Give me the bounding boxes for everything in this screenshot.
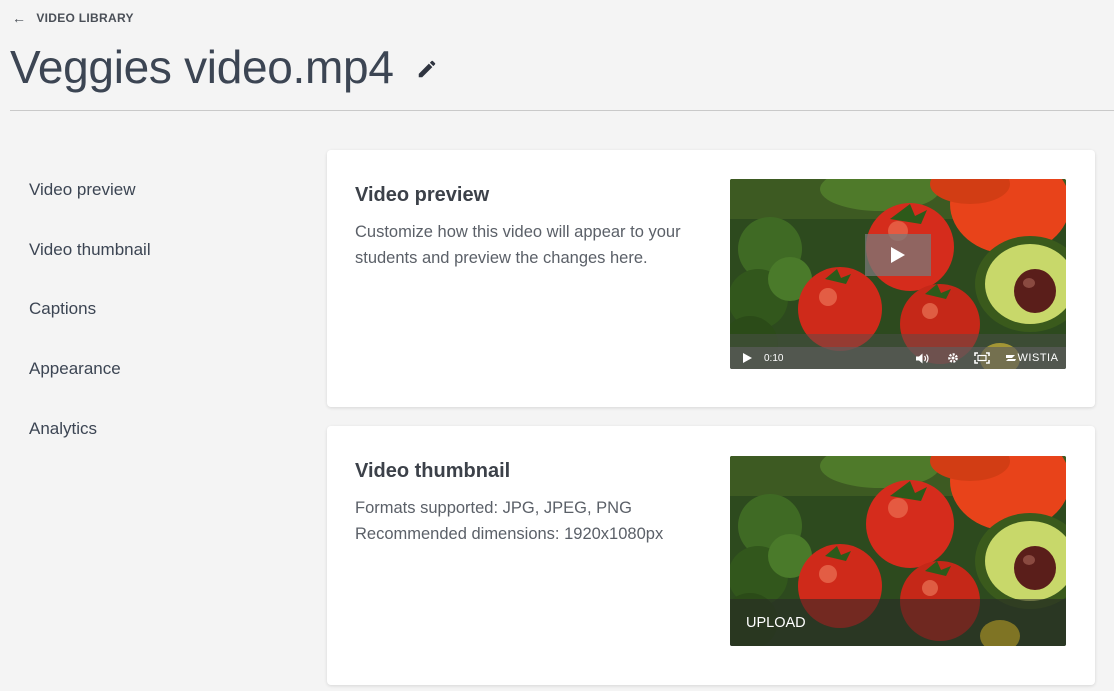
progress-track[interactable] [730,334,1066,347]
sidebar-item-video-thumbnail[interactable]: Video thumbnail [29,220,151,280]
upload-button-label: UPLOAD [746,614,806,631]
supported-formats-text: Formats supported: JPG, JPEG, PNG [355,499,632,517]
sidebar-item-label: Captions [29,299,97,319]
sidebar-item-label: Video preview [29,179,136,199]
page-title: Veggies video.mp4 [10,41,394,93]
sidebar-item-appearance[interactable]: Appearance [29,339,151,399]
time-display: 0:10 [764,352,784,364]
recommended-dimensions-text: Recommended dimensions: 1920x1080px [355,525,664,543]
back-link-label: VIDEO LIBRARY [36,11,134,25]
card-description: Customize how this video will appear to … [355,223,681,267]
title-row: Veggies video.mp4 [10,40,438,94]
sidebar-item-label: Appearance [29,359,121,379]
settings-sidebar: Video preview Video thumbnail Captions A… [29,160,151,459]
volume-icon[interactable] [906,353,940,364]
fullscreen-icon[interactable] [966,352,998,364]
wistia-mark-icon [1005,355,1016,361]
sidebar-item-label: Video thumbnail [29,239,151,259]
sidebar-item-label: Analytics [29,419,98,439]
arrow-left-icon: ← [12,10,27,26]
sidebar-item-analytics[interactable]: Analytics [29,399,151,459]
thumbnail-preview: UPLOAD [730,456,1066,646]
player-controls: 0:10 WISTIA [730,347,1066,369]
play-overlay-button[interactable] [865,234,931,276]
upload-thumbnail-button[interactable]: UPLOAD [730,599,1066,646]
video-player[interactable]: 0:10 WISTIA [730,179,1066,369]
pencil-edit-icon[interactable] [416,58,438,80]
header-divider [10,110,1114,111]
video-thumbnail-card: Video thumbnail Formats supported: JPG, … [327,426,1095,685]
sidebar-item-captions[interactable]: Captions [29,280,151,340]
video-preview-card: Video preview Customize how this video w… [327,150,1095,407]
wistia-logo[interactable]: WISTIA [998,352,1066,364]
play-icon [891,247,905,263]
card-title: Video thumbnail [355,460,511,482]
play-icon[interactable] [730,353,764,363]
sidebar-item-video-preview[interactable]: Video preview [29,160,151,220]
wistia-brand-label: WISTIA [1017,352,1059,364]
settings-gear-icon[interactable] [940,352,966,364]
card-title: Video preview [355,184,490,206]
back-to-video-library-link[interactable]: ← VIDEO LIBRARY [12,10,134,26]
